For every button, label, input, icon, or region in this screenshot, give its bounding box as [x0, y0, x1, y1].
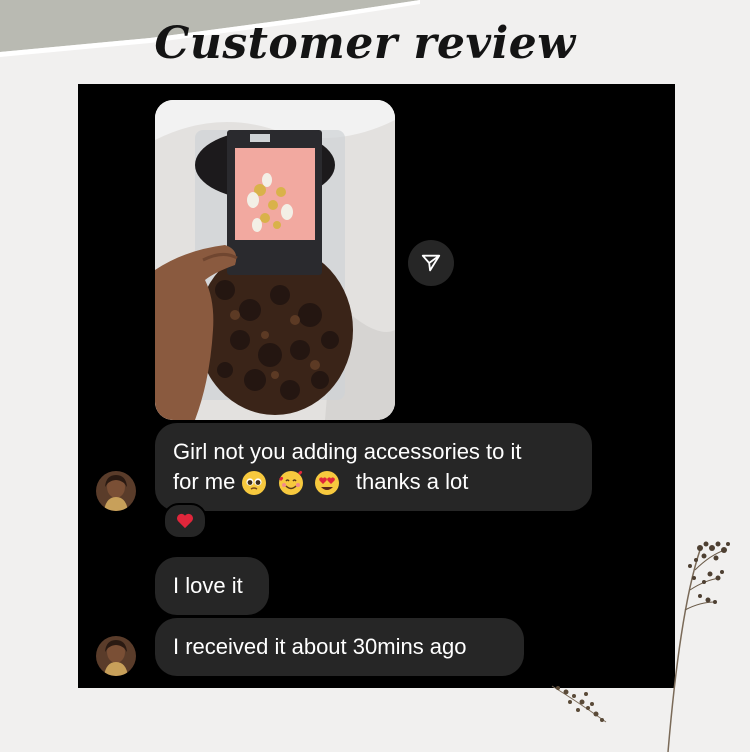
profile-photo [96, 636, 136, 676]
message-text: I received it about 30mins ago [173, 634, 467, 659]
smiling-face-with-hearts-icon [278, 471, 303, 496]
page-title: Customer review [154, 18, 576, 69]
dried-flower-decoration [551, 685, 607, 723]
message-text: for me [173, 469, 236, 494]
message-bubble[interactable]: I love it [155, 557, 269, 615]
send-icon [421, 254, 441, 272]
message-bubble[interactable]: Girl not you adding accessories to it fo… [155, 423, 592, 511]
red-heart-icon [177, 513, 193, 529]
message-text: thanks a lot [355, 469, 469, 494]
heart-eyes-face-icon [314, 471, 339, 496]
avatar[interactable] [96, 471, 136, 511]
avatar[interactable] [96, 636, 136, 676]
pleading-face-icon [242, 471, 267, 496]
dried-flower-decoration [667, 541, 730, 752]
message-bubble[interactable]: I received it about 30mins ago [155, 618, 524, 676]
profile-photo [96, 471, 136, 511]
message-text: Girl not you adding accessories to it [173, 439, 522, 464]
product-photo-message[interactable] [155, 100, 395, 420]
message-text: I love it [173, 573, 243, 598]
heart-reaction[interactable] [163, 503, 207, 539]
share-button[interactable] [408, 240, 454, 286]
product-photo [155, 100, 395, 420]
